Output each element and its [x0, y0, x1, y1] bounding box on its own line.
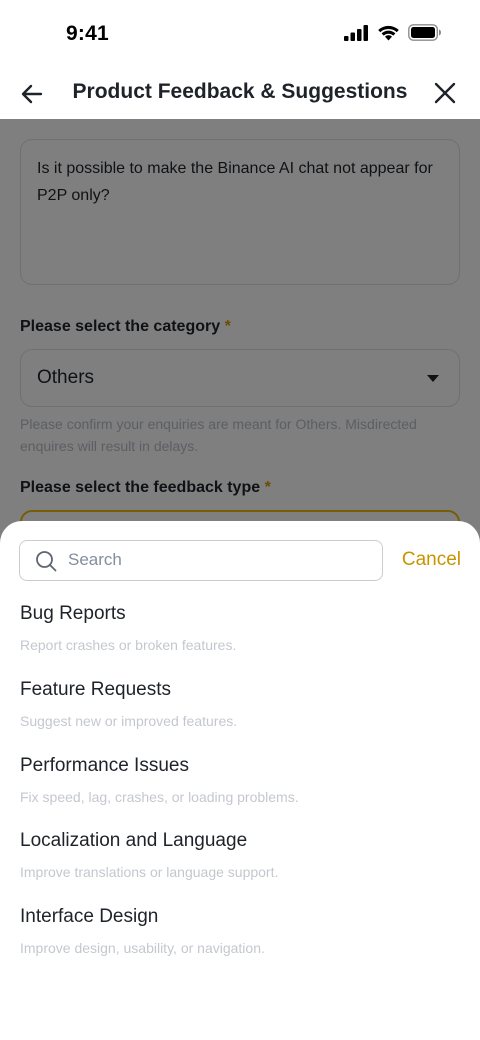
nav-bar: Product Feedback & Suggestions [0, 70, 480, 119]
option-title: Bug Reports [20, 603, 126, 624]
search-icon [36, 551, 57, 572]
option-description: Report crashes or broken features. [20, 637, 237, 653]
close-button[interactable] [428, 76, 462, 110]
status-time: 9:41 [66, 22, 109, 45]
option-description: Fix speed, lag, crashes, or loading prob… [20, 788, 299, 805]
option-feature-requests[interactable]: Feature Requests Suggest new or improved… [0, 671, 480, 747]
status-bar: 9:41 [0, 0, 480, 70]
close-icon [434, 82, 456, 104]
option-performance-issues[interactable]: Performance Issues Fix speed, lag, crash… [0, 747, 480, 823]
wifi-icon [378, 25, 399, 41]
option-interface-design[interactable]: Interface Design Improve design, usabili… [0, 898, 480, 974]
search-field[interactable] [19, 540, 383, 581]
option-title: Localization and Language [20, 830, 248, 852]
option-description: Improve translations or language support… [20, 864, 279, 881]
option-localization-and-language[interactable]: Localization and Language Improve transl… [0, 822, 480, 898]
battery-icon [408, 24, 441, 41]
option-title: Feature Requests [20, 678, 172, 700]
cellular-signal-icon [344, 24, 368, 41]
option-description: Improve design, usability, or navigation… [20, 940, 265, 957]
feedback-type-list: Bug Reports Report crashes or broken fea… [0, 595, 480, 974]
page-title: Product Feedback & Suggestions [72, 80, 408, 103]
option-title: Interface Design [20, 906, 159, 928]
option-description: Suggest new or improved features. [20, 712, 238, 729]
option-title: Performance Issues [20, 754, 189, 776]
feedback-type-sheet: Cancel Bug Reports Report crashes or bro… [0, 521, 480, 1040]
search-input[interactable] [68, 541, 368, 579]
option-bug-reports[interactable]: Bug Reports Report crashes or broken fea… [0, 595, 480, 671]
status-icons [344, 24, 442, 41]
cancel-button[interactable]: Cancel [402, 549, 461, 571]
